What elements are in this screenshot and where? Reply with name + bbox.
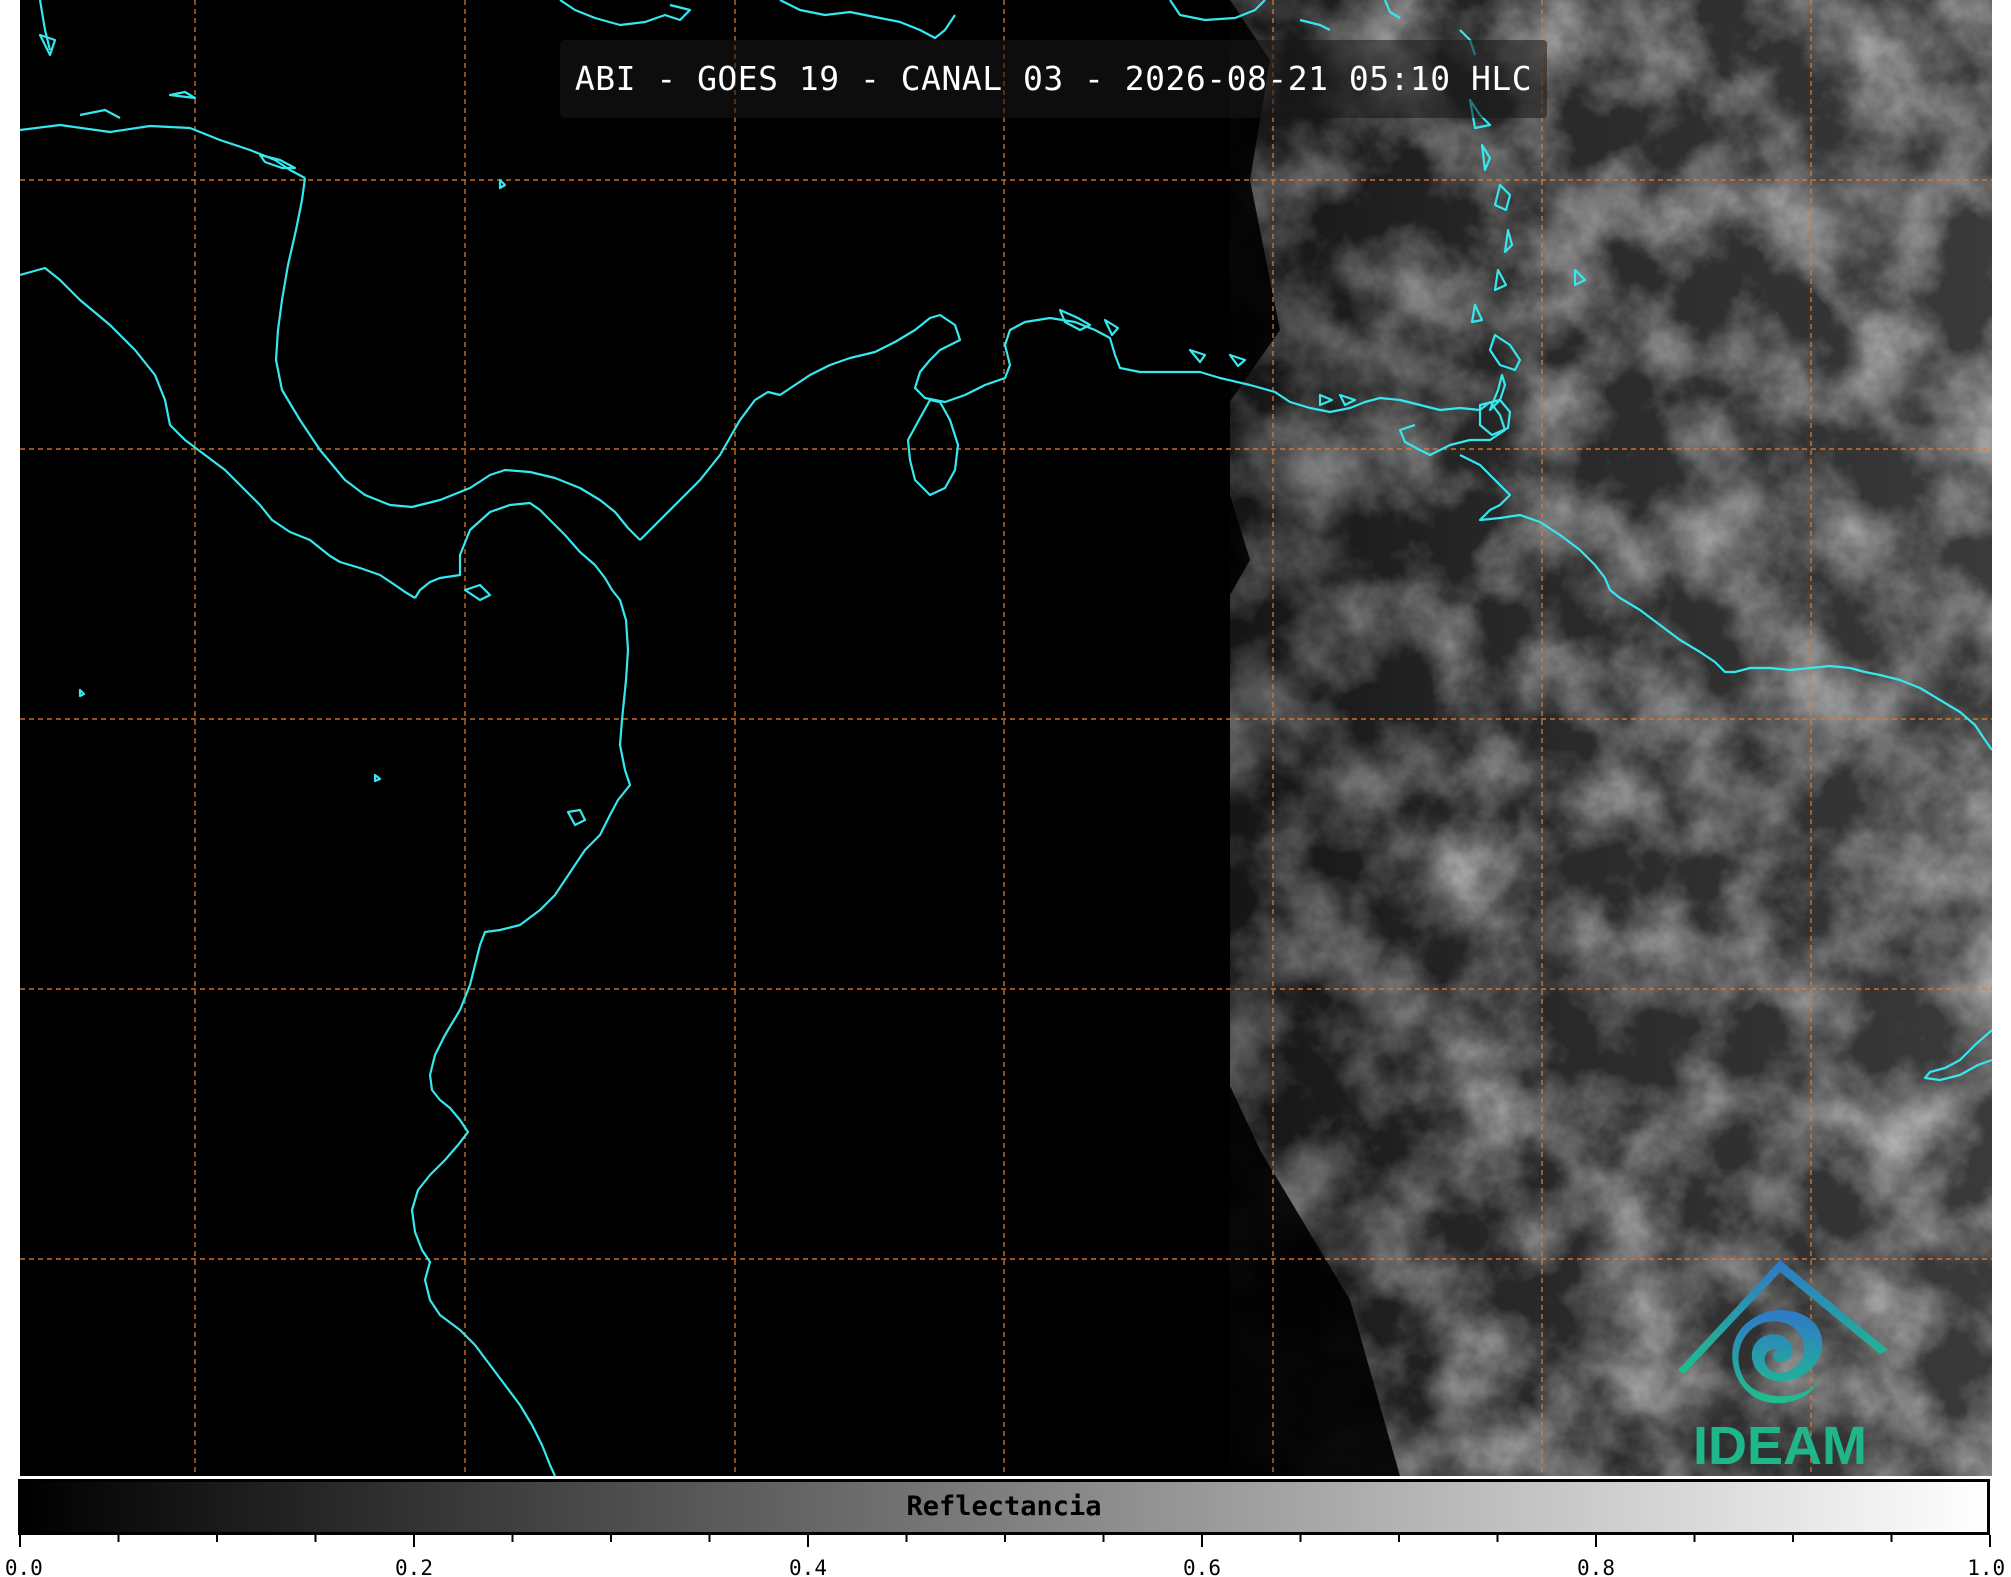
- colorbar-tick-label: 1.0: [1967, 1556, 2006, 1577]
- satellite-image-panel: ABI - GOES 19 - CANAL 03 - 2026-08-21 05…: [0, 0, 2011, 1577]
- ideam-logo-icon: [1678, 1260, 1888, 1404]
- ideam-logo: IDEAM: [1660, 1250, 1900, 1476]
- colorbar-label: Reflectancia: [906, 1491, 1102, 1522]
- map-title: ABI - GOES 19 - CANAL 03 - 2026-08-21 05…: [574, 59, 1533, 98]
- colorbar-tick-marks: [19, 1535, 1991, 1547]
- colorbar-tick-label: 0.0: [4, 1556, 43, 1577]
- title-box: ABI - GOES 19 - CANAL 03 - 2026-08-21 05…: [560, 40, 1547, 118]
- colorbar-tick-label: 0.6: [1183, 1556, 1221, 1577]
- colorbar: Reflectancia: [18, 1479, 1990, 1535]
- colorbar-ticks: 0.0 0.2 0.4 0.6 0.8 1.0: [0, 1535, 2011, 1577]
- satellite-map: ABI - GOES 19 - CANAL 03 - 2026-08-21 05…: [20, 0, 1992, 1476]
- colorbar-tick-label: 0.2: [395, 1556, 433, 1577]
- colorbar-tick-label: 0.4: [789, 1556, 827, 1577]
- colorbar-tick-label: 0.8: [1577, 1556, 1615, 1577]
- ideam-logo-text: IDEAM: [1693, 1416, 1867, 1476]
